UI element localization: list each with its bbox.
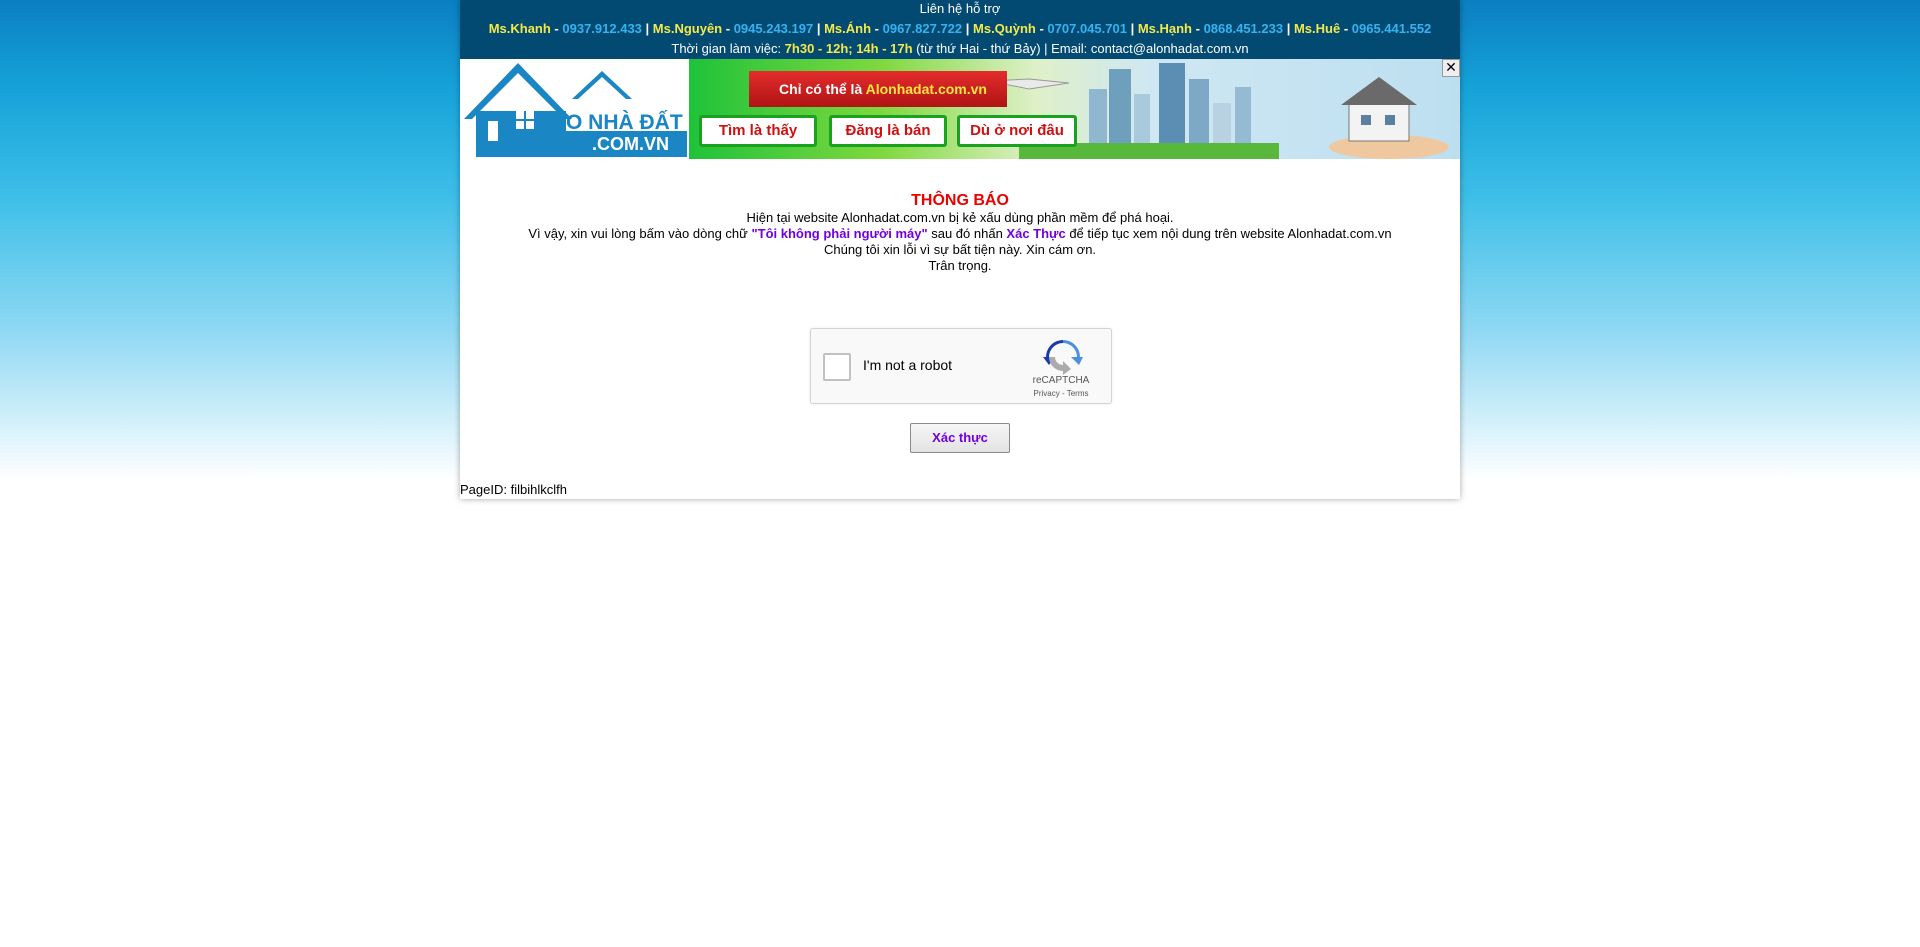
support-title: Liên hệ hỗ trợ xyxy=(919,1,1001,16)
contact-phone[interactable]: 0945.243.197 xyxy=(734,21,814,36)
contact-name: Ms.Huê xyxy=(1293,21,1341,36)
contact-name: Ms.Quỳnh xyxy=(973,21,1036,36)
contact-name: Ms.Nguyên xyxy=(652,21,723,36)
logo-domain: .COM.VN xyxy=(592,134,670,154)
promo-pill-post: Đăng là bán xyxy=(829,115,947,147)
contact-phone[interactable]: 0868.451.233 xyxy=(1204,21,1284,36)
notice-text: để tiếp tục xem nội dung trên website Al… xyxy=(1065,226,1392,241)
recaptcha-checkbox[interactable] xyxy=(823,353,851,381)
hours-label: Thời gian làm việc: xyxy=(671,41,785,56)
notice-text: Vì vậy, xin vui lòng bấm vào dòng chữ xyxy=(528,226,752,241)
recaptcha-privacy-terms[interactable]: Privacy - Terms xyxy=(1011,389,1111,398)
recaptcha-logo-icon xyxy=(1043,340,1083,375)
working-hours: Thời gian làm việc: 7h30 - 12h; 14h - 17… xyxy=(460,39,1460,59)
notice-closing: Trân trọng. xyxy=(928,258,992,273)
contact-phone[interactable]: 0965.441.552 xyxy=(1352,21,1432,36)
notice-line: Hiện tại website Alonhadat.com.vn bị kẻ … xyxy=(746,210,1174,225)
contact-phone[interactable]: 0707.045.701 xyxy=(1047,21,1127,36)
hours-value: 7h30 - 12h; 14h - 17h xyxy=(784,41,913,56)
promo-pill-find: Tìm là thấy xyxy=(699,115,817,147)
ribbon-brand: Alonhadat.com.vn xyxy=(865,81,987,97)
close-banner-button[interactable]: ✕ xyxy=(1442,59,1460,77)
contact-name: Ms.Ánh xyxy=(824,21,872,36)
notice-highlight: "Tôi không phải người máy" xyxy=(751,226,928,241)
verify-button[interactable]: Xác thực xyxy=(910,423,1010,453)
page-container: Liên hệ hỗ trợ Ms.Khanh - 0937.912.433 |… xyxy=(460,0,1460,499)
notice-highlight: Xác Thực xyxy=(1006,226,1066,241)
promo-pill-anywhere: Dù ở nơi đâu xyxy=(957,115,1077,147)
notice-instructions: Vì vậy, xin vui lòng bấm vào dòng chữ "T… xyxy=(460,226,1460,242)
site-logo[interactable]: ALO NHÀ ĐẤT .COM.VN xyxy=(460,59,689,159)
promo-ribbon: Chỉ có thể là Alonhadat.com.vn xyxy=(749,71,1007,107)
promo-banner[interactable]: Chỉ có thể là Alonhadat.com.vn Tìm là th… xyxy=(689,59,1460,159)
page-id: PageID: filbihlkclfh xyxy=(460,482,567,497)
notice-text: sau đó nhấn xyxy=(927,226,1007,241)
support-contacts: Ms.Khanh - 0937.912.433 | Ms.Nguyên - 09… xyxy=(488,21,1432,36)
recaptcha-label: I'm not a robot xyxy=(863,357,953,373)
logo-text: ALO NHÀ ĐẤT xyxy=(538,111,683,134)
support-bar: Liên hệ hỗ trợ Ms.Khanh - 0937.912.433 |… xyxy=(460,0,1460,59)
header-banner: ALO NHÀ ĐẤT .COM.VN Chỉ có thể là Alonha… xyxy=(460,59,1460,159)
ribbon-text: Chỉ có thể là xyxy=(779,81,866,97)
hours-email: (từ thứ Hai - thứ Bảy) | Email: contact@… xyxy=(912,41,1249,56)
contact-phone[interactable]: 0937.912.433 xyxy=(562,21,642,36)
notice-apology: Chúng tôi xin lỗi vì sự bất tiện này. Xi… xyxy=(823,242,1097,257)
recaptcha-widget: I'm not a robot reCAPTCHA Privacy - Term… xyxy=(810,328,1112,404)
contact-phone[interactable]: 0967.827.722 xyxy=(883,21,963,36)
contact-name: Ms.Khanh xyxy=(488,21,551,36)
contact-name: Ms.Hạnh xyxy=(1137,21,1192,36)
notice-title: THÔNG BÁO xyxy=(911,192,1009,209)
recaptcha-brand: reCAPTCHA xyxy=(1032,375,1090,386)
notice-section: THÔNG BÁO Hiện tại website Alonhadat.com… xyxy=(460,159,1460,274)
